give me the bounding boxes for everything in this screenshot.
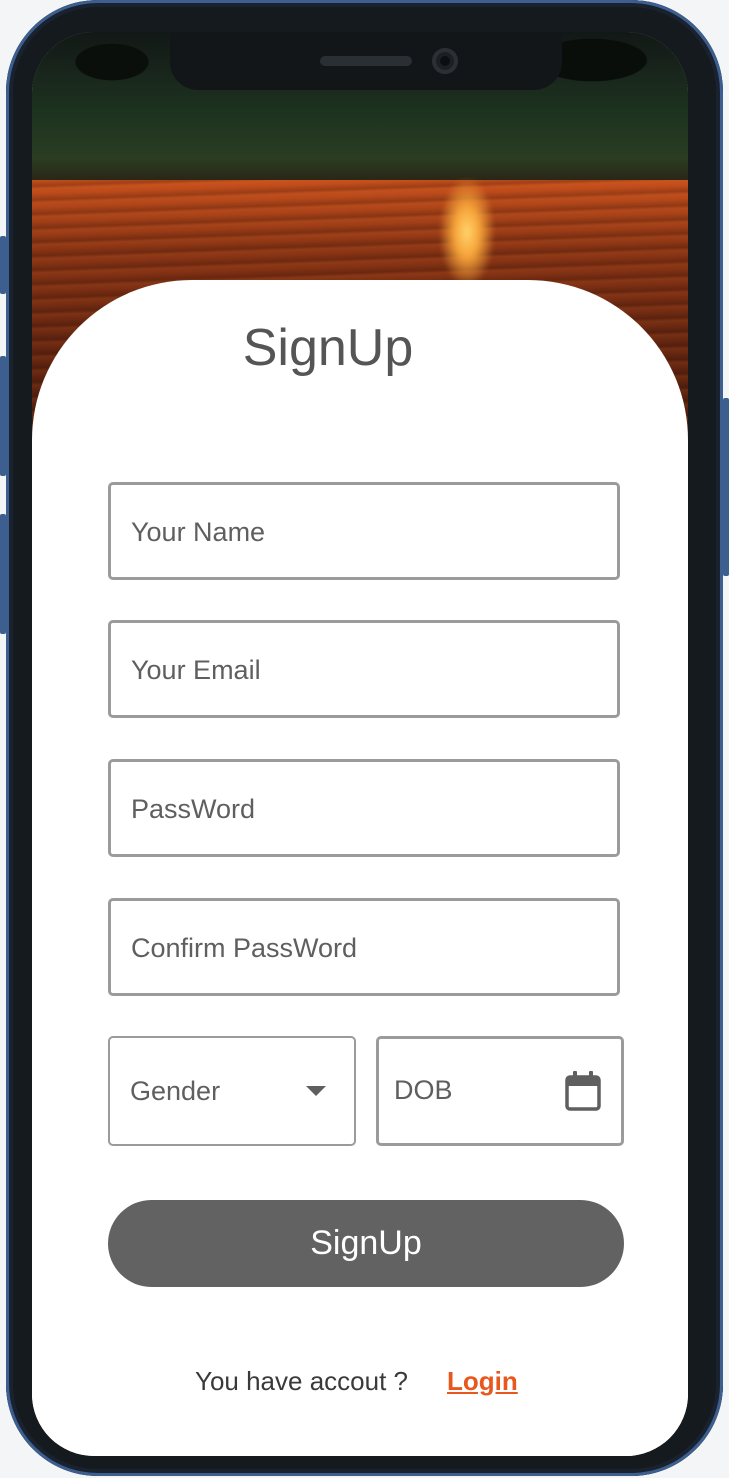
phone-side-button	[723, 398, 729, 576]
password-field[interactable]	[108, 759, 620, 857]
calendar-icon[interactable]	[565, 1071, 601, 1111]
password-input[interactable]	[129, 762, 599, 856]
caret-down-icon	[306, 1086, 326, 1096]
front-camera	[432, 48, 458, 74]
dob-label: DOB	[394, 1075, 453, 1105]
confirm-password-input[interactable]	[129, 901, 599, 995]
gender-dropdown[interactable]: Gender	[108, 1036, 356, 1146]
login-link[interactable]: Login	[447, 1366, 518, 1397]
signup-button[interactable]: SignUp	[108, 1200, 624, 1287]
phone-side-button	[0, 236, 6, 294]
gender-label: Gender	[130, 1076, 221, 1106]
confirm-password-field[interactable]	[108, 898, 620, 996]
login-prompt-row: You have accout ? Login	[0, 1366, 729, 1402]
phone-side-button	[0, 514, 6, 634]
dob-field[interactable]: DOB	[376, 1036, 624, 1146]
page-title: SignUp	[242, 319, 414, 377]
login-prompt-text: You have accout ?	[195, 1366, 408, 1396]
name-field[interactable]	[108, 482, 620, 580]
email-input[interactable]	[129, 623, 599, 717]
name-input[interactable]	[129, 485, 599, 579]
email-field[interactable]	[108, 620, 620, 718]
earpiece-speaker	[320, 56, 412, 66]
